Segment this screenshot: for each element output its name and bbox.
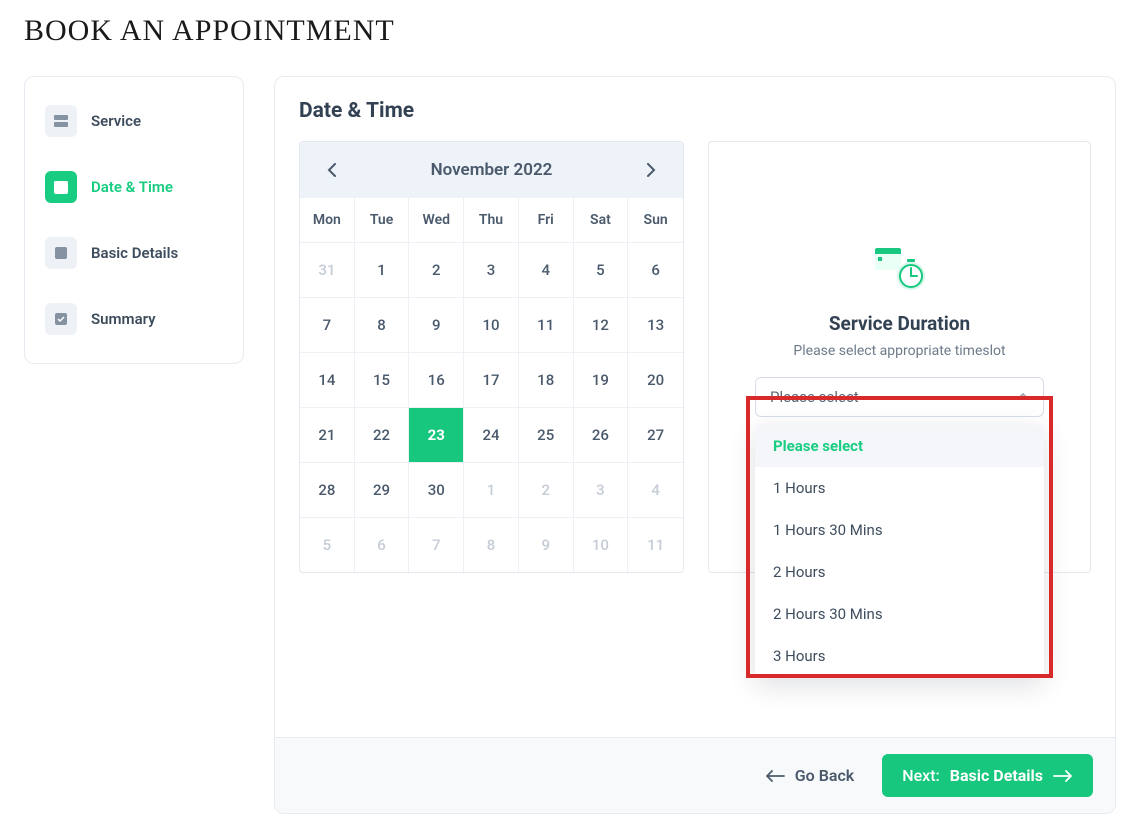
- footer-bar: Go Back Next: Basic Details: [275, 737, 1115, 813]
- calendar-day[interactable]: 24: [464, 407, 519, 462]
- calendar-day[interactable]: 8: [464, 517, 519, 572]
- next-label: Basic Details: [950, 766, 1043, 785]
- calendar-day[interactable]: 26: [574, 407, 629, 462]
- duration-title: Service Duration: [749, 312, 1050, 335]
- calendar-day[interactable]: 11: [628, 517, 683, 572]
- duration-option[interactable]: 1 Hours: [755, 467, 1044, 509]
- calendar-prev-button[interactable]: [320, 158, 344, 182]
- calendar-day[interactable]: 27: [628, 407, 683, 462]
- calendar-month-label: November 2022: [431, 160, 553, 180]
- calendar-day[interactable]: 12: [574, 297, 629, 352]
- calendar-day[interactable]: 25: [519, 407, 574, 462]
- calendar-day[interactable]: 5: [300, 517, 355, 572]
- duration-option[interactable]: 2 Hours: [755, 551, 1044, 593]
- calendar-day[interactable]: 4: [628, 462, 683, 517]
- duration-icon: [871, 246, 929, 294]
- calendar: November 2022 MonTueWedThuFriSatSun 3112…: [299, 141, 684, 573]
- step-label: Summary: [91, 310, 156, 328]
- calendar-day[interactable]: 20: [628, 352, 683, 407]
- calendar-day[interactable]: 11: [519, 297, 574, 352]
- service-icon: [45, 105, 77, 137]
- step-label: Date & Time: [91, 178, 173, 196]
- step-date-time[interactable]: Date & Time: [41, 161, 227, 213]
- calendar-day[interactable]: 10: [574, 517, 629, 572]
- step-label: Basic Details: [91, 244, 178, 262]
- calendar-next-button[interactable]: [639, 158, 663, 182]
- next-button[interactable]: Next: Basic Details: [882, 754, 1093, 797]
- calendar-dow: Thu: [464, 198, 519, 242]
- duration-option[interactable]: 2 Hours 30 Mins: [755, 593, 1044, 635]
- calendar-day[interactable]: 7: [300, 297, 355, 352]
- duration-subtitle: Please select appropriate timeslot: [749, 343, 1050, 359]
- calendar-day[interactable]: 6: [355, 517, 410, 572]
- calendar-dow: Tue: [355, 198, 410, 242]
- page-title: BOOK AN APPOINTMENT: [24, 14, 1116, 48]
- duration-select[interactable]: Please select: [755, 377, 1044, 417]
- calendar-day[interactable]: 22: [355, 407, 410, 462]
- calendar-day[interactable]: 1: [464, 462, 519, 517]
- calendar-day[interactable]: 8: [355, 297, 410, 352]
- calendar-dow-row: MonTueWedThuFriSatSun: [300, 198, 683, 242]
- calendar-day[interactable]: 15: [355, 352, 410, 407]
- calendar-day[interactable]: 31: [300, 242, 355, 297]
- calendar-day[interactable]: 13: [628, 297, 683, 352]
- calendar-day[interactable]: 16: [409, 352, 464, 407]
- chevron-up-icon: [1017, 393, 1029, 401]
- arrow-left-icon: [765, 770, 785, 782]
- calendar-dow: Sat: [574, 198, 629, 242]
- step-label: Service: [91, 112, 141, 130]
- calendar-icon: [45, 171, 77, 203]
- calendar-day[interactable]: 23: [409, 407, 464, 462]
- calendar-day[interactable]: 7: [409, 517, 464, 572]
- summary-icon: [45, 303, 77, 335]
- calendar-day[interactable]: 28: [300, 462, 355, 517]
- step-summary[interactable]: Summary: [41, 293, 227, 345]
- calendar-dow: Fri: [519, 198, 574, 242]
- duration-panel: Service Duration Please select appropria…: [708, 141, 1091, 573]
- calendar-day[interactable]: 30: [409, 462, 464, 517]
- details-icon: [45, 237, 77, 269]
- chevron-left-icon: [327, 163, 337, 177]
- calendar-day[interactable]: 18: [519, 352, 574, 407]
- calendar-day[interactable]: 2: [519, 462, 574, 517]
- go-back-label: Go Back: [795, 766, 854, 785]
- calendar-day[interactable]: 3: [574, 462, 629, 517]
- calendar-day[interactable]: 5: [574, 242, 629, 297]
- calendar-day[interactable]: 29: [355, 462, 410, 517]
- chevron-right-icon: [646, 163, 656, 177]
- calendar-day[interactable]: 2: [409, 242, 464, 297]
- calendar-day[interactable]: 1: [355, 242, 410, 297]
- calendar-day[interactable]: 4: [519, 242, 574, 297]
- section-title: Date & Time: [275, 77, 1115, 141]
- calendar-dow: Sun: [628, 198, 683, 242]
- calendar-body: 3112345678910111213141516171819202122232…: [300, 242, 683, 572]
- step-service[interactable]: Service: [41, 95, 227, 147]
- duration-option[interactable]: 1 Hours 30 Mins: [755, 509, 1044, 551]
- calendar-dow: Wed: [409, 198, 464, 242]
- main-panel: Date & Time November 2022 MonTueWedThuFr…: [274, 76, 1116, 814]
- go-back-button[interactable]: Go Back: [765, 766, 854, 785]
- calendar-day[interactable]: 6: [628, 242, 683, 297]
- duration-dropdown: Please select1 Hours1 Hours 30 Mins2 Hou…: [755, 425, 1044, 677]
- steps-sidebar: Service Date & Time Basic Details Summar…: [24, 76, 244, 364]
- calendar-day[interactable]: 21: [300, 407, 355, 462]
- calendar-day[interactable]: 9: [519, 517, 574, 572]
- calendar-day[interactable]: 3: [464, 242, 519, 297]
- step-basic-details[interactable]: Basic Details: [41, 227, 227, 279]
- duration-select-value: Please select: [770, 388, 859, 406]
- duration-option[interactable]: Please select: [755, 425, 1044, 467]
- next-prefix: Next:: [902, 766, 940, 785]
- calendar-dow: Mon: [300, 198, 355, 242]
- calendar-day[interactable]: 10: [464, 297, 519, 352]
- calendar-day[interactable]: 19: [574, 352, 629, 407]
- calendar-day[interactable]: 17: [464, 352, 519, 407]
- arrow-right-icon: [1053, 770, 1073, 782]
- calendar-day[interactable]: 9: [409, 297, 464, 352]
- duration-option[interactable]: 3 Hours: [755, 635, 1044, 677]
- calendar-day[interactable]: 14: [300, 352, 355, 407]
